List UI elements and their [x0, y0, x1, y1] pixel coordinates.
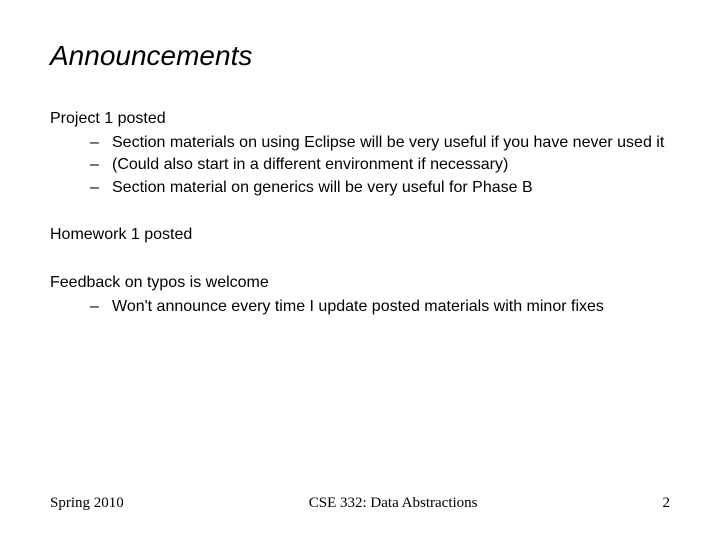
dash-icon: –	[90, 177, 99, 199]
footer-page-number: 2	[663, 495, 671, 512]
list-item-text: (Could also start in a different environ…	[112, 156, 508, 173]
section-project: Project 1 posted – Section materials on …	[50, 108, 670, 198]
section-head: Feedback on typos is welcome	[50, 272, 670, 294]
list-item-text: Won't announce every time I update poste…	[112, 298, 604, 315]
list-item-text: Section materials on using Eclipse will …	[112, 134, 664, 151]
list-item: – Section material on generics will be v…	[90, 177, 670, 199]
list-item: – Section materials on using Eclipse wil…	[90, 132, 670, 154]
slide-body: Project 1 posted – Section materials on …	[50, 108, 670, 317]
section-head: Homework 1 posted	[50, 224, 670, 246]
slide-footer: Spring 2010 CSE 332: Data Abstractions 2	[50, 495, 670, 512]
section-feedback: Feedback on typos is welcome – Won't ann…	[50, 272, 670, 317]
dash-icon: –	[90, 132, 99, 154]
list-item-text: Section material on generics will be ver…	[112, 179, 533, 196]
list-item: – (Could also start in a different envir…	[90, 154, 670, 176]
dash-icon: –	[90, 154, 99, 176]
footer-course: CSE 332: Data Abstractions	[124, 495, 663, 512]
dash-icon: –	[90, 296, 99, 318]
section-head: Project 1 posted	[50, 108, 670, 130]
section-homework: Homework 1 posted	[50, 224, 670, 246]
slide-title: Announcements	[50, 40, 670, 72]
footer-term: Spring 2010	[50, 495, 124, 512]
section-sublist: – Section materials on using Eclipse wil…	[50, 132, 670, 199]
section-sublist: – Won't announce every time I update pos…	[50, 296, 670, 318]
list-item: – Won't announce every time I update pos…	[90, 296, 670, 318]
